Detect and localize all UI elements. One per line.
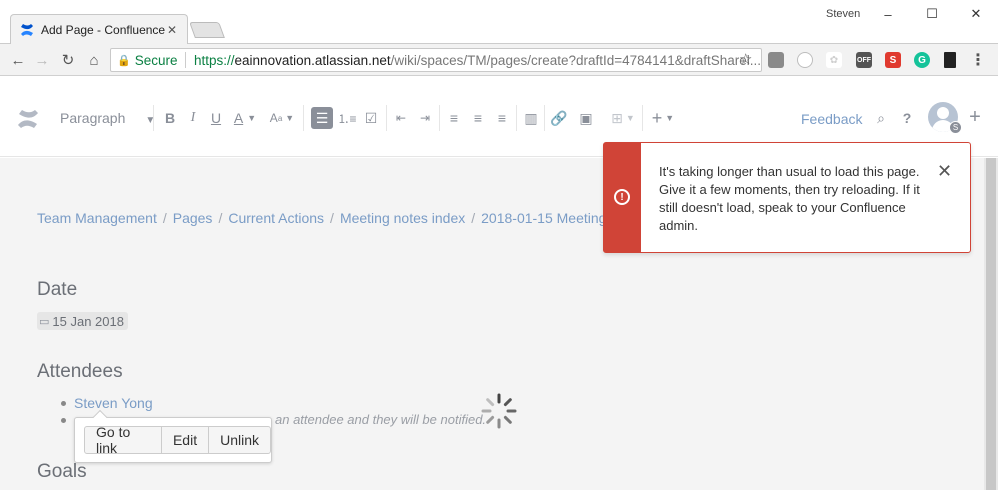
go-to-link-button[interactable]: Go to link (85, 424, 162, 456)
url-host: eainnovation.atlassian.net (234, 52, 391, 68)
ext-doc-icon[interactable] (944, 52, 956, 68)
breadcrumb-item[interactable]: Team Management (37, 210, 157, 226)
more-formatting-icon[interactable]: Aa ▼ (267, 107, 297, 129)
toolbar-divider (544, 105, 545, 131)
underline-icon[interactable]: U (207, 107, 225, 129)
help-icon[interactable]: ? (898, 107, 916, 129)
breadcrumb-separator: / (218, 210, 223, 226)
toolbar-divider (516, 105, 517, 131)
page-layout-icon[interactable]: ▥ (522, 107, 540, 129)
image-icon[interactable]: ▣ (577, 107, 595, 129)
date-heading: Date (37, 279, 78, 300)
error-message: It's taking longer than usual to load th… (659, 164, 920, 233)
breadcrumb-separator: / (162, 210, 167, 226)
align-left-icon[interactable]: ≡ (445, 107, 463, 129)
numbered-list-icon[interactable]: ⒈≡ (337, 107, 357, 129)
italic-icon[interactable]: I (184, 107, 202, 129)
toolbar-divider (386, 105, 387, 131)
task-list-icon[interactable]: ☑ (362, 107, 380, 129)
error-stripe: ! (604, 143, 641, 252)
toolbar-divider (153, 105, 154, 131)
search-icon[interactable]: ⌕ (872, 107, 890, 129)
link-popup: Go to link Edit Unlink (74, 409, 272, 463)
attendee-mention-link[interactable]: Steven Yong (74, 395, 153, 411)
breadcrumb: Team Management / Pages / Current Actions / Me… (37, 210, 645, 226)
reload-icon[interactable]: ↻ (58, 50, 78, 70)
grammarly-icon[interactable]: G (914, 52, 930, 68)
bookmark-star-icon[interactable]: ☆ (739, 50, 752, 68)
ext-circle-icon[interactable] (797, 52, 813, 68)
ext-gray-icon[interactable] (768, 52, 784, 68)
close-window-icon[interactable]: ✕ (958, 4, 994, 24)
outdent-icon[interactable]: ⇤ (392, 107, 410, 129)
profile-name[interactable]: Steven (826, 8, 860, 20)
lock-icon: 🔒 (117, 54, 131, 67)
goals-heading: Goals (37, 461, 87, 482)
toolbar-divider (642, 105, 643, 131)
error-icon: ! (614, 189, 630, 205)
new-tab-button[interactable] (189, 22, 225, 38)
breadcrumb-separator: / (471, 210, 476, 226)
browser-titlebar: Add Page - Confluence ✕ Steven – ☐ ✕ (0, 0, 998, 44)
breadcrumb-item[interactable]: Current Actions (228, 210, 324, 226)
minimize-icon[interactable]: – (870, 4, 906, 24)
browser-toolbar: ← → ↻ ⌂ 🔒 Secure https:// eainnovation.a… (0, 44, 998, 76)
list-bullet (61, 401, 66, 406)
breadcrumb-item[interactable]: Pages (173, 210, 213, 226)
address-separator (185, 52, 186, 68)
link-actions: Go to link Edit Unlink (84, 424, 271, 456)
insert-more-icon[interactable]: + ▼ (650, 107, 676, 129)
attendees-heading: Attendees (37, 361, 123, 382)
table-icon[interactable]: ⊞ ▼ (610, 107, 636, 129)
url-path: /wiki/spaces/TM/pages/create?draftId=478… (390, 52, 761, 68)
forward-icon[interactable]: → (32, 50, 52, 70)
secure-label: Secure (134, 52, 178, 68)
back-icon[interactable]: ← (8, 50, 28, 70)
ext-s-icon[interactable]: S (885, 52, 901, 68)
tab-title: Add Page - Confluence (41, 22, 165, 37)
close-icon[interactable]: ✕ (937, 161, 952, 182)
attendee-placeholder-text: an attendee and they will be notified. (275, 412, 487, 427)
home-icon[interactable]: ⌂ (84, 50, 104, 70)
loading-spinner-icon (481, 393, 517, 429)
calendar-icon: ▭ (39, 315, 50, 328)
url-protocol: https:// (194, 52, 235, 68)
chrome-menu-icon[interactable]: ⋮ (970, 52, 986, 69)
breadcrumb-item[interactable]: Meeting notes index (340, 210, 465, 226)
align-center-icon[interactable]: ≡ (469, 107, 487, 129)
edit-link-button[interactable]: Edit (162, 427, 210, 453)
bullet-list-icon[interactable]: ☰ (311, 107, 333, 129)
align-right-icon[interactable]: ≡ (493, 107, 511, 129)
ext-off-icon[interactable]: OFF (856, 52, 872, 68)
tab-close-icon[interactable]: ✕ (165, 23, 179, 37)
confluence-favicon-icon (21, 23, 33, 36)
list-bullet (61, 418, 66, 423)
ext-leaf-icon[interactable]: ✿ (826, 52, 842, 68)
indent-icon[interactable]: ⇥ (416, 107, 434, 129)
add-icon[interactable]: + (966, 106, 984, 128)
date-lozenge[interactable]: ▭ 15 Jan 2018 (37, 312, 128, 330)
bold-icon[interactable]: B (161, 107, 179, 129)
scrollbar-thumb[interactable] (986, 158, 996, 490)
toolbar-divider (303, 105, 304, 131)
browser-tab[interactable]: Add Page - Confluence ✕ (10, 14, 188, 44)
paragraph-style-select[interactable]: Paragraph ▼ (60, 110, 155, 126)
address-bar[interactable]: 🔒 Secure https:// eainnovation.atlassian… (110, 48, 762, 72)
avatar-badge: S (949, 121, 962, 134)
error-flag: ! It's taking longer than usual to load … (603, 142, 971, 253)
toolbar-divider (439, 105, 440, 131)
avatar-head (937, 107, 949, 119)
link-icon[interactable]: 🔗 (550, 107, 568, 129)
maximize-icon[interactable]: ☐ (914, 4, 950, 24)
date-value: 15 Jan 2018 (52, 313, 124, 329)
unlink-button[interactable]: Unlink (209, 427, 270, 453)
scrollbar[interactable] (984, 158, 998, 490)
confluence-logo-icon[interactable] (16, 107, 40, 131)
breadcrumb-separator: / (330, 210, 334, 226)
paragraph-style-label: Paragraph (60, 110, 126, 126)
feedback-link[interactable]: Feedback (801, 111, 862, 127)
text-color-icon[interactable]: A ▼ (231, 107, 259, 129)
